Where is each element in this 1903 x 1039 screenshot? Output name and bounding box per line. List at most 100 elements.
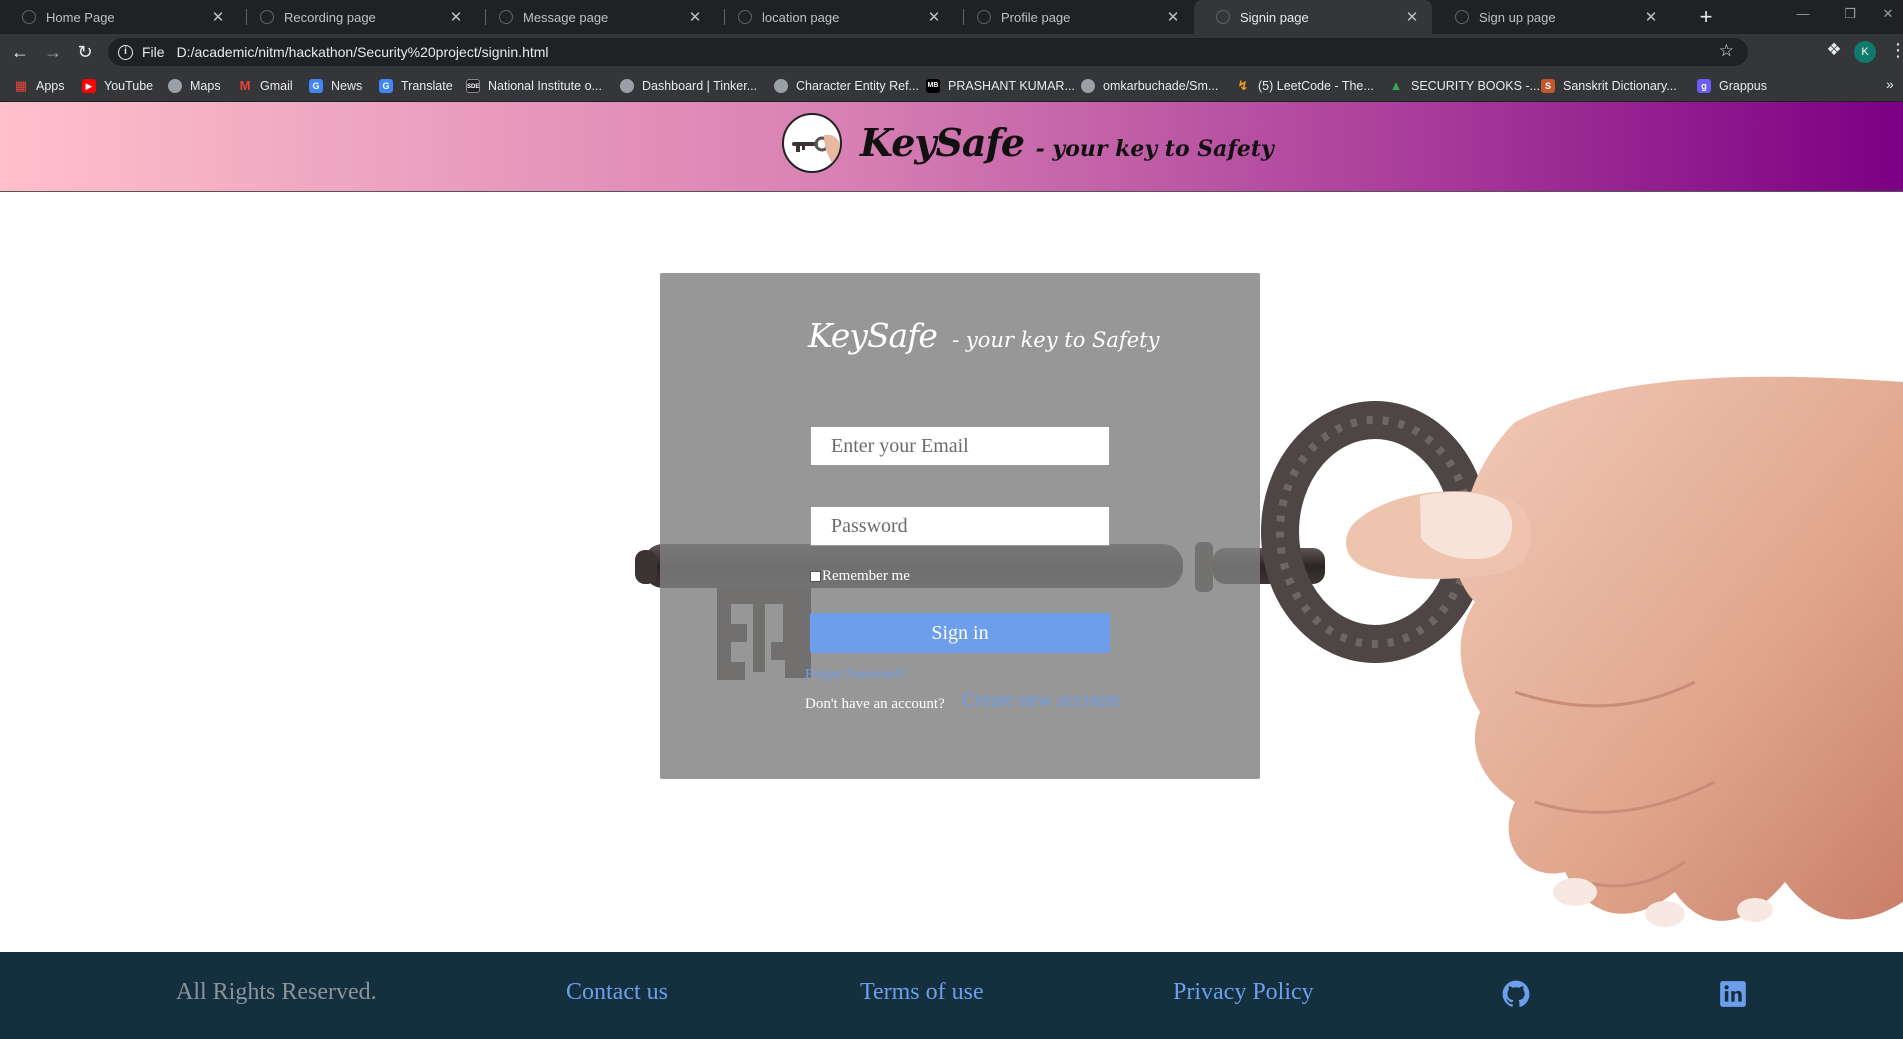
bookmark-tinkercad[interactable]: Dashboard | Tinker... bbox=[620, 77, 757, 95]
bookmark-prashant-kumar[interactable]: MB PRASHANT KUMAR... bbox=[926, 77, 1075, 95]
translate-icon: G bbox=[379, 79, 393, 93]
bookmark-label: Dashboard | Tinker... bbox=[642, 79, 758, 93]
bookmark-news[interactable]: G News bbox=[309, 77, 362, 95]
dictionary-icon: S bbox=[1541, 79, 1555, 93]
signin-button[interactable]: Sign in bbox=[810, 613, 1110, 653]
bookmark-gmail[interactable]: M Gmail bbox=[238, 77, 293, 95]
bookmark-label: Gmail bbox=[260, 79, 293, 93]
globe-icon bbox=[260, 10, 274, 24]
terms-of-use-link[interactable]: Terms of use bbox=[860, 979, 984, 1006]
back-arrow-icon[interactable]: ← bbox=[6, 38, 34, 66]
bookmark-grappus[interactable]: g Grappus bbox=[1697, 77, 1767, 95]
email-field[interactable] bbox=[810, 426, 1110, 466]
site-header: KeySafe - your key to Safety bbox=[0, 102, 1903, 192]
tab-title: Profile page bbox=[1001, 9, 1071, 25]
tab-signin-page[interactable]: Signin page ✕ bbox=[1194, 0, 1432, 34]
globe-icon bbox=[738, 10, 752, 24]
browser-menu-icon[interactable]: ⋮ bbox=[1889, 40, 1903, 60]
new-tab-button[interactable]: + bbox=[1692, 3, 1720, 31]
close-icon[interactable]: ✕ bbox=[926, 8, 942, 26]
tab-recording-page[interactable]: Recording page ✕ bbox=[238, 0, 476, 34]
remember-me-option[interactable]: Remember me bbox=[810, 568, 910, 585]
github-icon[interactable] bbox=[1502, 980, 1530, 1008]
no-account-text: Don't have an account? bbox=[805, 696, 945, 712]
close-icon[interactable]: ✕ bbox=[1165, 8, 1181, 26]
gmail-icon: M bbox=[239, 78, 251, 93]
tab-sign-up-page[interactable]: Sign up page ✕ bbox=[1433, 0, 1671, 34]
forward-arrow-icon[interactable]: → bbox=[39, 38, 67, 66]
tab-message-page[interactable]: Message page ✕ bbox=[477, 0, 715, 34]
bookmark-apps[interactable]: ▦ Apps bbox=[14, 77, 65, 95]
close-icon[interactable]: ✕ bbox=[448, 8, 464, 26]
close-icon[interactable]: ✕ bbox=[1643, 8, 1659, 26]
bookmarks-bar: ▦ Apps ▶ YouTube Maps M Gmail G News G T… bbox=[0, 70, 1903, 102]
bookmark-omkarbuchade[interactable]: omkarbuchade/Sm... bbox=[1081, 77, 1218, 95]
page-viewport: KeySafe - your key to Safety KeySafe - y… bbox=[0, 102, 1903, 1039]
restore-icon[interactable]: ❐ bbox=[1830, 0, 1870, 30]
info-icon[interactable]: i bbox=[118, 44, 133, 60]
password-field[interactable] bbox=[810, 506, 1110, 546]
globe-icon bbox=[1455, 10, 1469, 24]
key-logo-icon[interactable] bbox=[782, 113, 842, 173]
tab-location-page[interactable]: location page ✕ bbox=[716, 0, 954, 34]
tab-profile-page[interactable]: Profile page ✕ bbox=[955, 0, 1193, 34]
more-bookmarks-icon[interactable]: » bbox=[1886, 76, 1894, 92]
privacy-policy-link[interactable]: Privacy Policy bbox=[1173, 979, 1314, 1006]
youtube-icon: ▶ bbox=[82, 79, 96, 93]
minimize-icon[interactable]: — bbox=[1783, 0, 1823, 30]
bookmark-label: (5) LeetCode - The... bbox=[1258, 79, 1374, 93]
bookmark-maps[interactable]: Maps bbox=[168, 77, 221, 95]
site-footer: All Rights Reserved. Contact us Terms of… bbox=[0, 952, 1903, 1039]
close-icon[interactable]: ✕ bbox=[687, 8, 703, 26]
bookmark-national-institute[interactable]: SDE National Institute o... bbox=[466, 77, 602, 95]
contact-us-link[interactable]: Contact us bbox=[566, 979, 668, 1006]
bookmark-security-books[interactable]: ▲ SECURITY BOOKS -... bbox=[1389, 77, 1540, 95]
globe-icon bbox=[1081, 79, 1095, 93]
reload-icon[interactable]: ↻ bbox=[71, 38, 99, 66]
close-icon[interactable]: ✕ bbox=[210, 8, 226, 26]
address-toolbar: ← → ↻ i File D:/academic/nitm/hackathon/… bbox=[0, 34, 1903, 70]
card-brand-name: KeySafe bbox=[808, 316, 938, 355]
address-bar[interactable]: i File D:/academic/nitm/hackathon/Securi… bbox=[108, 38, 1748, 66]
linkedin-icon[interactable] bbox=[1719, 980, 1747, 1008]
create-account-link[interactable]: Create new account bbox=[962, 689, 1120, 712]
bookmark-star-icon[interactable]: ☆ bbox=[1719, 41, 1734, 61]
bookmark-sanskrit-dictionary[interactable]: S Sanskrit Dictionary... bbox=[1541, 77, 1677, 95]
tab-home-page[interactable]: Home Page ✕ bbox=[0, 0, 238, 34]
remember-me-checkbox[interactable] bbox=[810, 571, 821, 582]
leetcode-icon: ↯ bbox=[1237, 78, 1249, 93]
window-close-icon[interactable]: ✕ bbox=[1868, 0, 1903, 30]
browser-tab-strip: Home Page ✕ Recording page ✕ Message pag… bbox=[0, 0, 1903, 34]
bookmark-label: Grappus bbox=[1719, 79, 1767, 93]
close-icon[interactable]: ✕ bbox=[1404, 8, 1420, 26]
bookmark-label: SECURITY BOOKS -... bbox=[1411, 79, 1540, 93]
bookmark-character-entity[interactable]: Character Entity Ref... bbox=[774, 77, 919, 95]
bookmark-label: Sanskrit Dictionary... bbox=[1563, 79, 1677, 93]
card-brand-tagline: - your key to Safety bbox=[952, 328, 1160, 352]
bookmark-label: YouTube bbox=[104, 79, 154, 93]
tab-title: Message page bbox=[523, 9, 609, 25]
bookmark-label: Apps bbox=[36, 79, 65, 93]
news-icon: G bbox=[309, 79, 323, 93]
institute-icon: SDE bbox=[466, 79, 480, 93]
url-text[interactable]: D:/academic/nitm/hackathon/Security%20pr… bbox=[177, 44, 549, 60]
bookmark-label: Translate bbox=[401, 79, 453, 93]
signin-card: KeySafe - your key to Safety Remember me… bbox=[660, 273, 1260, 779]
bookmark-leetcode[interactable]: ↯ (5) LeetCode - The... bbox=[1236, 77, 1374, 95]
profile-avatar[interactable]: K bbox=[1854, 41, 1876, 63]
extensions-puzzle-icon[interactable]: ❖ bbox=[1824, 40, 1844, 60]
tab-title: Recording page bbox=[284, 9, 376, 25]
forgot-password-link[interactable]: Forgot Password? bbox=[805, 667, 905, 683]
globe-icon bbox=[977, 10, 991, 24]
bookmark-label: PRASHANT KUMAR... bbox=[948, 79, 1075, 93]
globe-icon bbox=[499, 10, 513, 24]
globe-icon bbox=[22, 10, 36, 24]
bookmark-translate[interactable]: G Translate bbox=[379, 77, 453, 95]
card-brand: KeySafe - your key to Safety bbox=[808, 316, 1159, 355]
bookmark-label: National Institute o... bbox=[488, 79, 602, 93]
globe-icon bbox=[620, 79, 634, 93]
apps-grid-icon: ▦ bbox=[14, 78, 28, 93]
globe-icon bbox=[168, 79, 182, 93]
tab-title: location page bbox=[762, 9, 840, 25]
bookmark-youtube[interactable]: ▶ YouTube bbox=[82, 77, 153, 95]
